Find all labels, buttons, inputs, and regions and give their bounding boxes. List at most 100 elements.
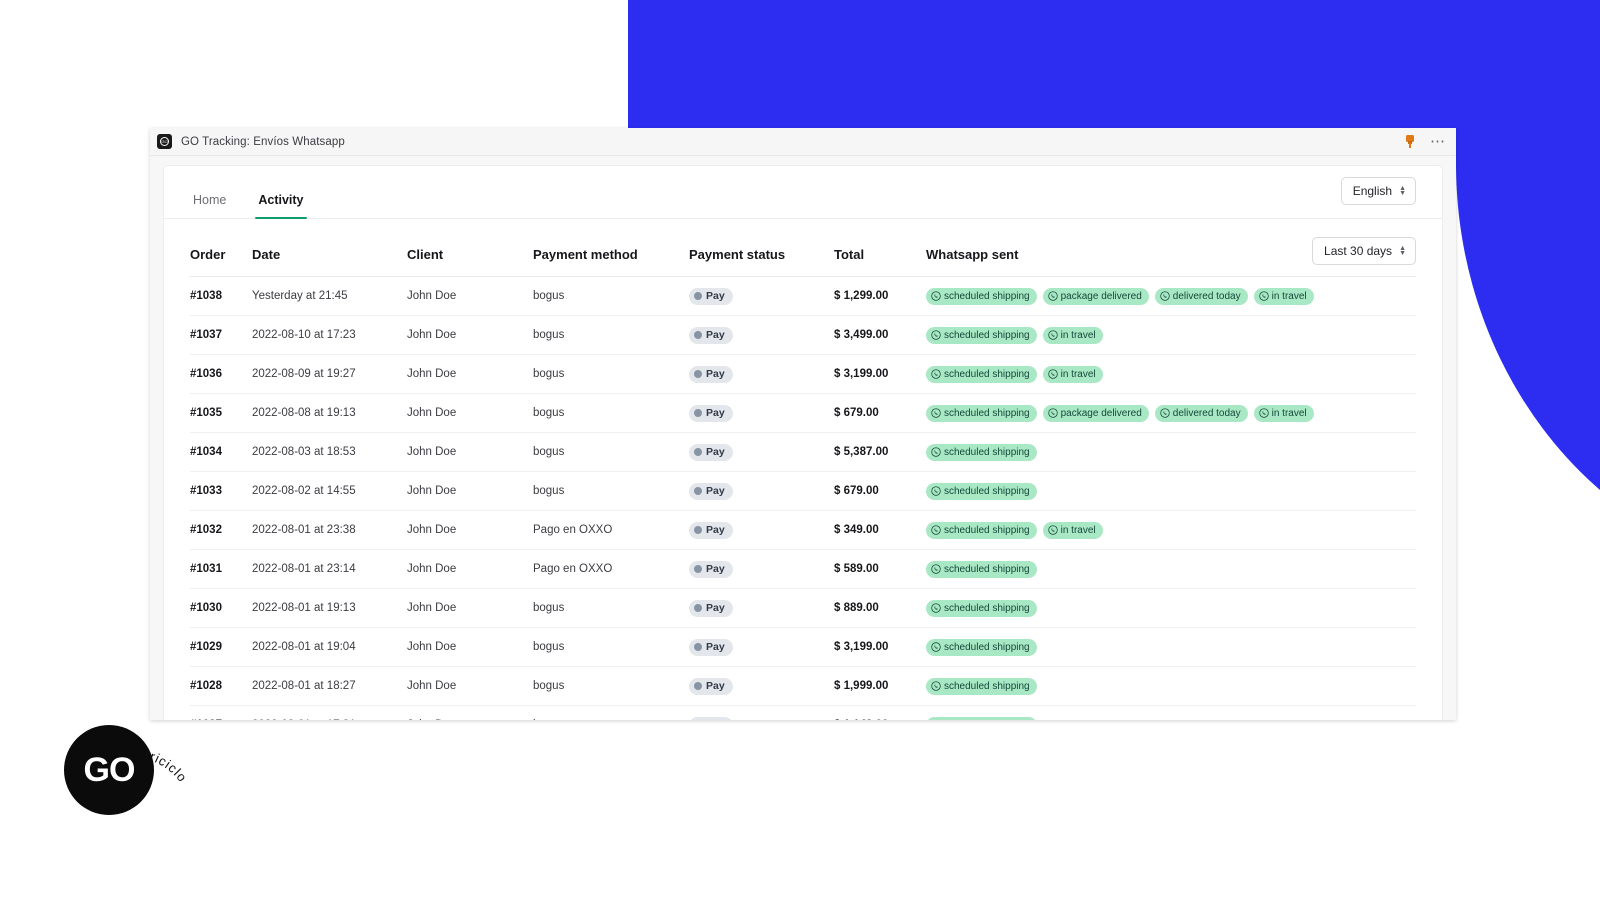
pay-badge[interactable]: Pay [689,638,733,656]
pay-badge[interactable]: Pay [689,326,733,344]
pay-badge[interactable]: Pay [689,599,733,617]
whatsapp-tag: package delivered [1042,287,1149,305]
logo-wordmark: triciclo [144,751,190,785]
cell-date: 2022-08-10 at 17:23 [252,315,407,355]
date-range-select-value: Last 30 days [1324,244,1393,258]
table-row[interactable]: #1036 2022-08-09 at 19:27 John Doe bogus Pay… [190,354,1416,394]
status-dot-icon [694,526,702,534]
pin-icon[interactable] [1404,134,1416,149]
cell-total: $ 889.00 [834,588,926,628]
cell-order: #1038 [190,276,252,316]
whatsapp-tag-label: scheduled shipping [944,446,1030,458]
table-row[interactable]: #1038 Yesterday at 21:45 John Doe bogus Pay $… [190,276,1416,316]
pay-badge-label: Pay [706,445,725,458]
pay-badge[interactable]: Pay [689,521,733,539]
pay-badge[interactable]: Pay [689,716,733,720]
pay-badge[interactable]: Pay [689,443,733,461]
tab-bar: Home Activity [190,166,307,219]
whatsapp-tag: in travel [1042,365,1103,383]
whatsapp-tag: scheduled shipping [926,365,1037,383]
col-payment-status: Payment status [689,239,834,277]
table-row[interactable]: #1031 2022-08-01 at 23:14 John Doe Pago en … [190,549,1416,589]
tab-home[interactable]: Home [190,193,229,218]
status-dot-icon [694,331,702,339]
cell-total: $ 5,387.00 [834,432,926,472]
cell-payment-status: Pay [689,276,834,316]
app-window: GO GO Tracking: Envíos Whatsapp ⋯ Home A… [150,128,1456,720]
cell-date: 2022-08-09 at 19:27 [252,354,407,394]
table-row[interactable]: #1029 2022-08-01 at 19:04 John Doe bogus Pay… [190,627,1416,667]
screenshot-canvas: GO GO Tracking: Envíos Whatsapp ⋯ Home A… [0,0,1600,900]
whatsapp-icon [931,291,941,301]
table-row[interactable]: #1032 2022-08-01 at 23:38 John Doe Pago en … [190,510,1416,550]
cell-payment-method: bogus [533,588,689,628]
go-triciclo-logo: GO triciclo [64,725,204,845]
cell-client: John Doe [407,666,533,706]
whatsapp-tag-label: package delivered [1060,407,1142,419]
chevron-updown-icon: ▲ ▼ [1399,185,1406,197]
whatsapp-tag: package delivered [1042,404,1149,422]
pay-badge[interactable]: Pay [689,287,733,305]
language-select[interactable]: English ▲ ▼ [1340,177,1416,205]
cell-whatsapp-sent: scheduled shipping [926,627,1416,667]
whatsapp-icon [931,642,941,652]
table-row[interactable]: #1035 2022-08-08 at 19:13 John Doe bogus Pay… [190,393,1416,433]
page-card: Home Activity English ▲ ▼ Last 30 days ▲ ▼ [164,166,1442,720]
col-date: Date [252,239,407,277]
whatsapp-tag-label: delivered today [1172,407,1241,419]
pay-badge[interactable]: Pay [689,365,733,383]
whatsapp-tag-label: scheduled shipping [944,485,1030,497]
col-client: Client [407,239,533,277]
table-row[interactable]: #10272022-08-01 at 17:31John Doebogus Pay… [190,705,1416,720]
whatsapp-icon [1047,408,1058,418]
tab-activity[interactable]: Activity [255,193,307,219]
more-options-icon[interactable]: ⋯ [1430,134,1446,149]
table-row[interactable]: #1037 2022-08-10 at 17:23 John Doe bogus Pay… [190,315,1416,355]
chevron-updown-icon: ▲ ▼ [1399,245,1406,257]
pay-badge[interactable]: Pay [689,482,733,500]
whatsapp-tag: in travel [1253,404,1314,422]
whatsapp-tag: scheduled shipping [926,677,1037,695]
cell-payment-status: Pay [689,627,834,667]
orders-table-section: Last 30 days ▲ ▼ Order Date Client Paymen… [164,219,1442,720]
cell-order: #1032 [190,510,252,550]
pay-badge[interactable]: Pay [689,404,733,422]
pay-badge[interactable]: Pay [689,677,733,695]
cell-payment-method: bogus [533,276,689,316]
cell-date: 2022-08-01 at 19:13 [252,588,407,628]
cell-client: John Doe [407,393,533,433]
cell-payment-status: Pay [689,666,834,706]
pay-badge[interactable]: Pay [689,560,733,578]
window-titlebar: GO GO Tracking: Envíos Whatsapp ⋯ [150,128,1456,156]
cell-whatsapp-sent: scheduled shipping package delivered deliv… [926,276,1416,316]
cell-payment-status: Pay [689,510,834,550]
cell-date: 2022-08-01 at 23:38 [252,510,407,550]
whatsapp-icon [931,681,941,691]
table-row[interactable]: #1034 2022-08-03 at 18:53 John Doe bogus Pay… [190,432,1416,472]
cell-client: John Doe [407,315,533,355]
whatsapp-tag: scheduled shipping [926,287,1037,305]
table-row[interactable]: #1033 2022-08-02 at 14:55 John Doe bogus Pay… [190,471,1416,511]
language-select-value: English [1352,184,1393,198]
whatsapp-tag-label: in travel [1060,524,1096,536]
cell-payment-method: bogus [533,705,689,720]
whatsapp-tag-label: package delivered [1060,290,1142,302]
cell-order: #1036 [190,354,252,394]
date-range-select[interactable]: Last 30 days ▲ ▼ [1312,237,1416,265]
cell-whatsapp-sent: scheduled shipping in travel [926,315,1416,355]
whatsapp-tag-label: in travel [1271,290,1307,302]
cell-client: John Doe [407,276,533,316]
table-row[interactable]: #1028 2022-08-01 at 18:27 John Doe bogus Pay… [190,666,1416,706]
whatsapp-icon [931,486,941,496]
pay-badge-label: Pay [706,679,725,692]
whatsapp-tag: in travel [1253,287,1314,305]
status-dot-icon [694,682,702,690]
whatsapp-tag: delivered today [1154,404,1248,422]
whatsapp-icon [931,408,941,418]
cell-client: John Doe [407,471,533,511]
table-row[interactable]: #1030 2022-08-01 at 19:13 John Doe bogus Pay… [190,588,1416,628]
orders-table: Order Date Client Payment method Payment… [190,239,1416,720]
whatsapp-tag-label: scheduled shipping [944,641,1030,653]
cell-payment-status: Pay [689,471,834,511]
cell-payment-method: Pago en OXXO [533,549,689,589]
